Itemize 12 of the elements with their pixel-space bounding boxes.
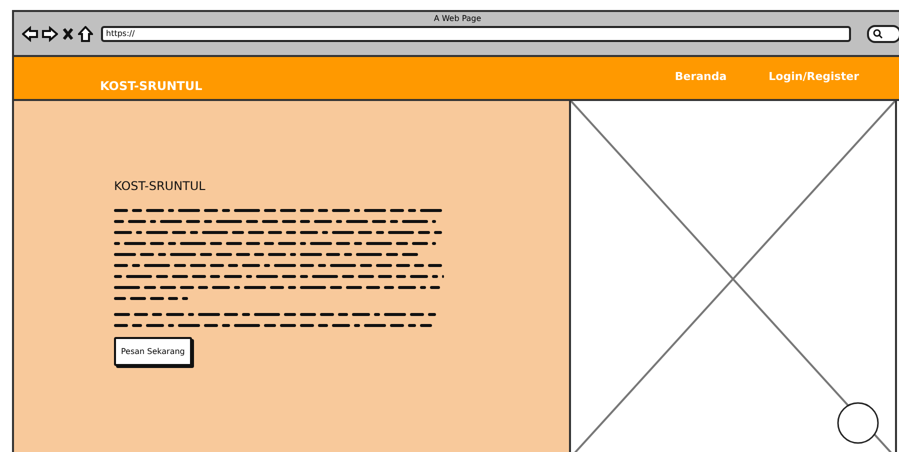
window-title: A Web Page [432,13,482,25]
brand-name: KOST-SRUNTUL [100,79,202,93]
forward-icon[interactable] [42,26,58,42]
home-icon[interactable] [78,26,93,42]
order-button[interactable]: Pesan Sekarang [114,337,192,366]
address-field[interactable]: https:// [101,26,851,42]
search-icon [873,29,883,39]
hero-heading: KOST-SRUNTUL [114,179,206,193]
circle-icon [837,401,879,445]
back-icon[interactable] [22,26,38,42]
search-field[interactable] [867,25,899,43]
close-icon[interactable] [62,27,74,41]
